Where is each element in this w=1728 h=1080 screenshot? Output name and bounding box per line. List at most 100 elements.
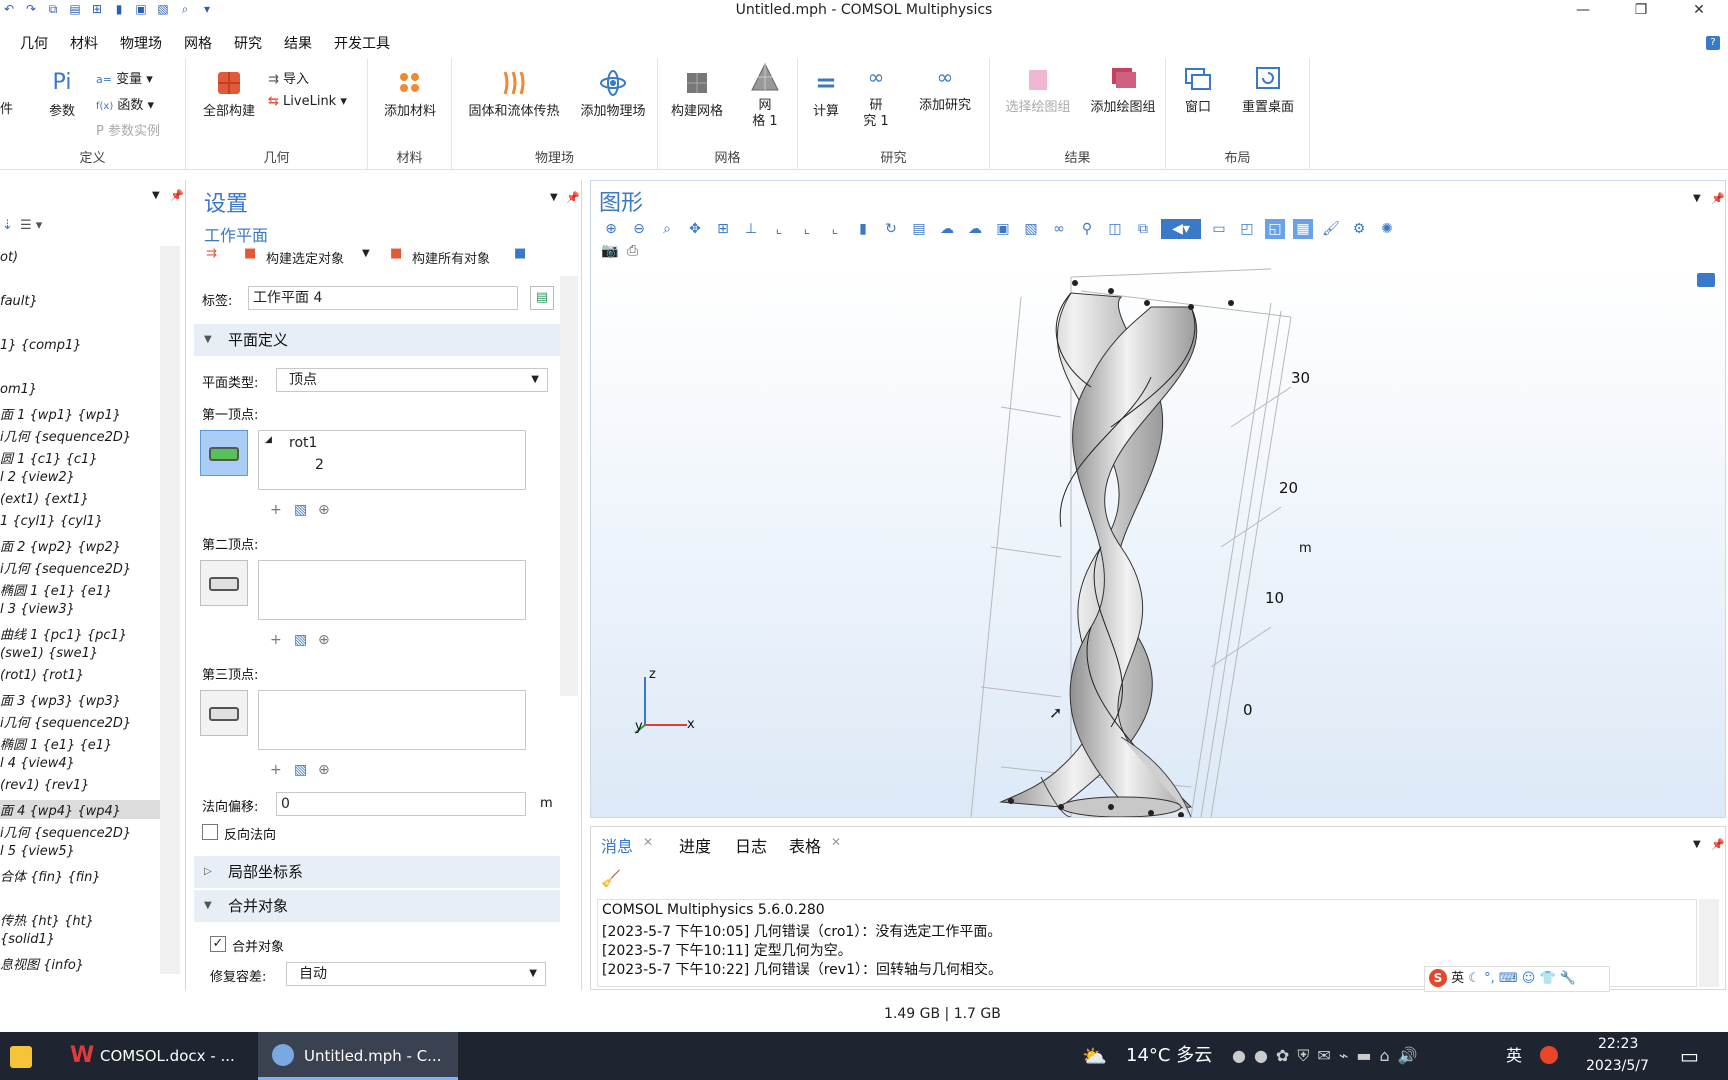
select-domains-icon[interactable]: ◰ (1237, 219, 1257, 239)
section-local-coordinate-system[interactable]: ▷ 局部坐标系 (194, 856, 560, 888)
print-icon[interactable]: ⎙ (627, 243, 638, 259)
menu-mesh[interactable]: 网格 (184, 33, 212, 53)
link-icon[interactable]: ∞ (1049, 219, 1069, 239)
select-objects-icon[interactable]: ▭ (1209, 219, 1229, 239)
tree-item[interactable]: om1} (0, 382, 37, 397)
tree-view-icon[interactable]: ☰ ▾ (20, 218, 42, 233)
select-box-icon[interactable]: ▣ (993, 219, 1013, 239)
tree-item[interactable]: 曲线 1 {pc1} {pc1} (0, 624, 127, 643)
third-vertex-list[interactable] (258, 690, 526, 750)
functions-button[interactable]: f(x) 函数 ▾ (96, 94, 154, 113)
tab-close-icon[interactable]: ✕ (643, 835, 653, 849)
pin-icon[interactable]: 📌 (170, 189, 184, 202)
windows-button[interactable]: 窗口 (1176, 64, 1220, 116)
tree-item[interactable]: 合体 {fin} {fin} (0, 866, 101, 885)
tree-item[interactable]: 面 4 {wp4} {wp4} (0, 800, 160, 819)
first-vertex-object[interactable]: rot1 (289, 435, 317, 451)
settings-gear-icon[interactable]: ⚙ (1349, 219, 1369, 239)
view-xy-icon[interactable]: ⌞ (769, 219, 789, 239)
tree-item[interactable]: 面 2 {wp2} {wp2} (0, 536, 121, 555)
zoom-box-icon[interactable]: ⌕ (657, 219, 677, 239)
select-plot-group-button[interactable]: 选择绘图组 (996, 64, 1080, 116)
messages-scrollbar[interactable] (1699, 899, 1719, 987)
graphics-menu-icon[interactable]: ▼ (1693, 193, 1701, 204)
camera-icon[interactable]: 📷 (601, 243, 618, 259)
union-checkbox[interactable]: ✓ (210, 936, 226, 952)
menu-geometry[interactable]: 几何 (20, 33, 48, 53)
clear-selection-icon[interactable]: ▧ (294, 632, 307, 648)
normal-offset-input[interactable]: 0 (276, 792, 526, 816)
label-input[interactable]: 工作平面 4 (248, 286, 518, 310)
menu-developer[interactable]: 开发工具 (334, 33, 390, 53)
tab-messages[interactable]: 消息 (601, 833, 633, 857)
tab-table[interactable]: 表格 (789, 833, 821, 857)
expand-view-icon[interactable] (1697, 273, 1715, 287)
comment-icon[interactable]: ▤ (530, 286, 554, 310)
import-button[interactable]: ⇉ 导入 (268, 68, 309, 87)
transparency-icon[interactable]: ▤ (909, 219, 929, 239)
tree-item[interactable]: 息视图 {info} (0, 954, 84, 973)
tree-item[interactable]: l 3 {view3} (0, 602, 75, 617)
taskbar-item-word[interactable]: W COMSOL.docx - ... (60, 1032, 250, 1080)
zoom-selected-icon[interactable]: ⊞ (713, 219, 733, 239)
tree-item[interactable]: 传热 {ht} {ht} (0, 910, 94, 929)
section-plane-definition[interactable]: ▼ 平面定义 (194, 324, 560, 356)
view-zx-icon[interactable]: ⌞ (825, 219, 845, 239)
add-plot-group-button[interactable]: 添加绘图组 (1082, 64, 1164, 116)
mesh-1-button[interactable]: 网 格 1 (738, 62, 792, 130)
start-icon[interactable] (10, 1046, 32, 1068)
repair-tolerance-select[interactable]: 自动 ▼ (286, 962, 546, 986)
clear-messages-icon[interactable]: 🧹 (601, 869, 621, 888)
tree-item[interactable]: l 2 {view2} (0, 470, 75, 485)
menu-physics[interactable]: 物理场 (120, 33, 162, 53)
select-adjacent-icon[interactable]: ⚲ (1077, 219, 1097, 239)
ime-toolbar[interactable]: S 英 ☾ °, ⌨ ☺ 👕 🔧 (1424, 966, 1610, 992)
zoom-in-icon[interactable]: ⊕ (601, 219, 621, 239)
taskbar-item-comsol[interactable]: Untitled.mph - C... (258, 1032, 458, 1080)
tab-progress[interactable]: 进度 (679, 833, 711, 857)
tree-item[interactable]: {solid1} (0, 932, 55, 947)
add-icon[interactable]: + (270, 632, 282, 648)
third-vertex-active-toggle[interactable] (200, 690, 248, 736)
tree-item[interactable]: 椭圆 1 {e1} {e1} (0, 580, 112, 599)
build-selected-button[interactable]: 构建选定对象 (266, 248, 344, 267)
variables-button[interactable]: a= 变量 ▾ (96, 68, 153, 87)
clear-selection-icon[interactable]: ▧ (294, 502, 307, 518)
livelink-button[interactable]: ⇆ LiveLink ▾ (268, 94, 347, 109)
build-preceding-icon[interactable]: ⇉ (206, 246, 217, 261)
tray-icons[interactable]: ●●✿⛨✉⌁▬⌂🔊 (1232, 1046, 1426, 1066)
close-icon[interactable]: ✕ (1670, 0, 1728, 22)
graphics-canvas[interactable]: 30 20 m 10 0 z y x ➚ (591, 267, 1725, 818)
tray-sogou-icon[interactable] (1540, 1046, 1558, 1064)
tree-item[interactable]: 1 {cyl1} {cyl1} (0, 514, 103, 529)
tree-item[interactable]: i几何 {sequence2D} (0, 822, 131, 841)
tab-close-icon[interactable]: ✕ (831, 835, 841, 849)
view-direction-icon[interactable]: ⊥ (741, 219, 761, 239)
help-icon[interactable]: ? (1706, 36, 1720, 50)
zoom-extents-icon[interactable]: ✥ (685, 219, 705, 239)
weather-text[interactable]: 14°C 多云 (1126, 1032, 1212, 1080)
settings-scrollbar[interactable] (560, 276, 578, 696)
settings-menu-icon[interactable]: ▼ (550, 192, 558, 203)
tree-item[interactable]: l 5 {view5} (0, 844, 75, 859)
notification-icon[interactable]: ▭ (1680, 1044, 1699, 1068)
tree-item[interactable]: i几何 {sequence2D} (0, 558, 131, 577)
reset-desktop-button[interactable]: 重置桌面 (1230, 64, 1306, 116)
messages-menu-icon[interactable]: ▼ (1693, 839, 1701, 850)
select-boundaries-icon[interactable]: ◱ (1265, 219, 1285, 239)
compute-button[interactable]: = 计算 (806, 68, 846, 120)
select-mode-icon[interactable]: ◀▾ (1161, 219, 1201, 239)
tray-lang[interactable]: 英 (1506, 1032, 1522, 1080)
build-all-objects-button[interactable]: 构建所有对象 (412, 248, 490, 267)
render-icon[interactable]: ☁ (965, 219, 985, 239)
zoom-to-selection-icon[interactable]: ⊕ (318, 632, 330, 648)
add-material-button[interactable]: 添加材料 (372, 68, 448, 120)
first-vertex-active-toggle[interactable] (200, 430, 248, 476)
zoom-out-icon[interactable]: ⊖ (629, 219, 649, 239)
menu-results[interactable]: 结果 (284, 33, 312, 53)
copy-image-icon[interactable]: ⧉ (1133, 219, 1153, 239)
tree-scrollbar[interactable] (160, 246, 180, 974)
clock-time[interactable]: 22:23 (1598, 1036, 1638, 1052)
scene-light-icon[interactable]: ☁ (937, 219, 957, 239)
paint-icon[interactable]: 🖌 (1321, 219, 1341, 239)
